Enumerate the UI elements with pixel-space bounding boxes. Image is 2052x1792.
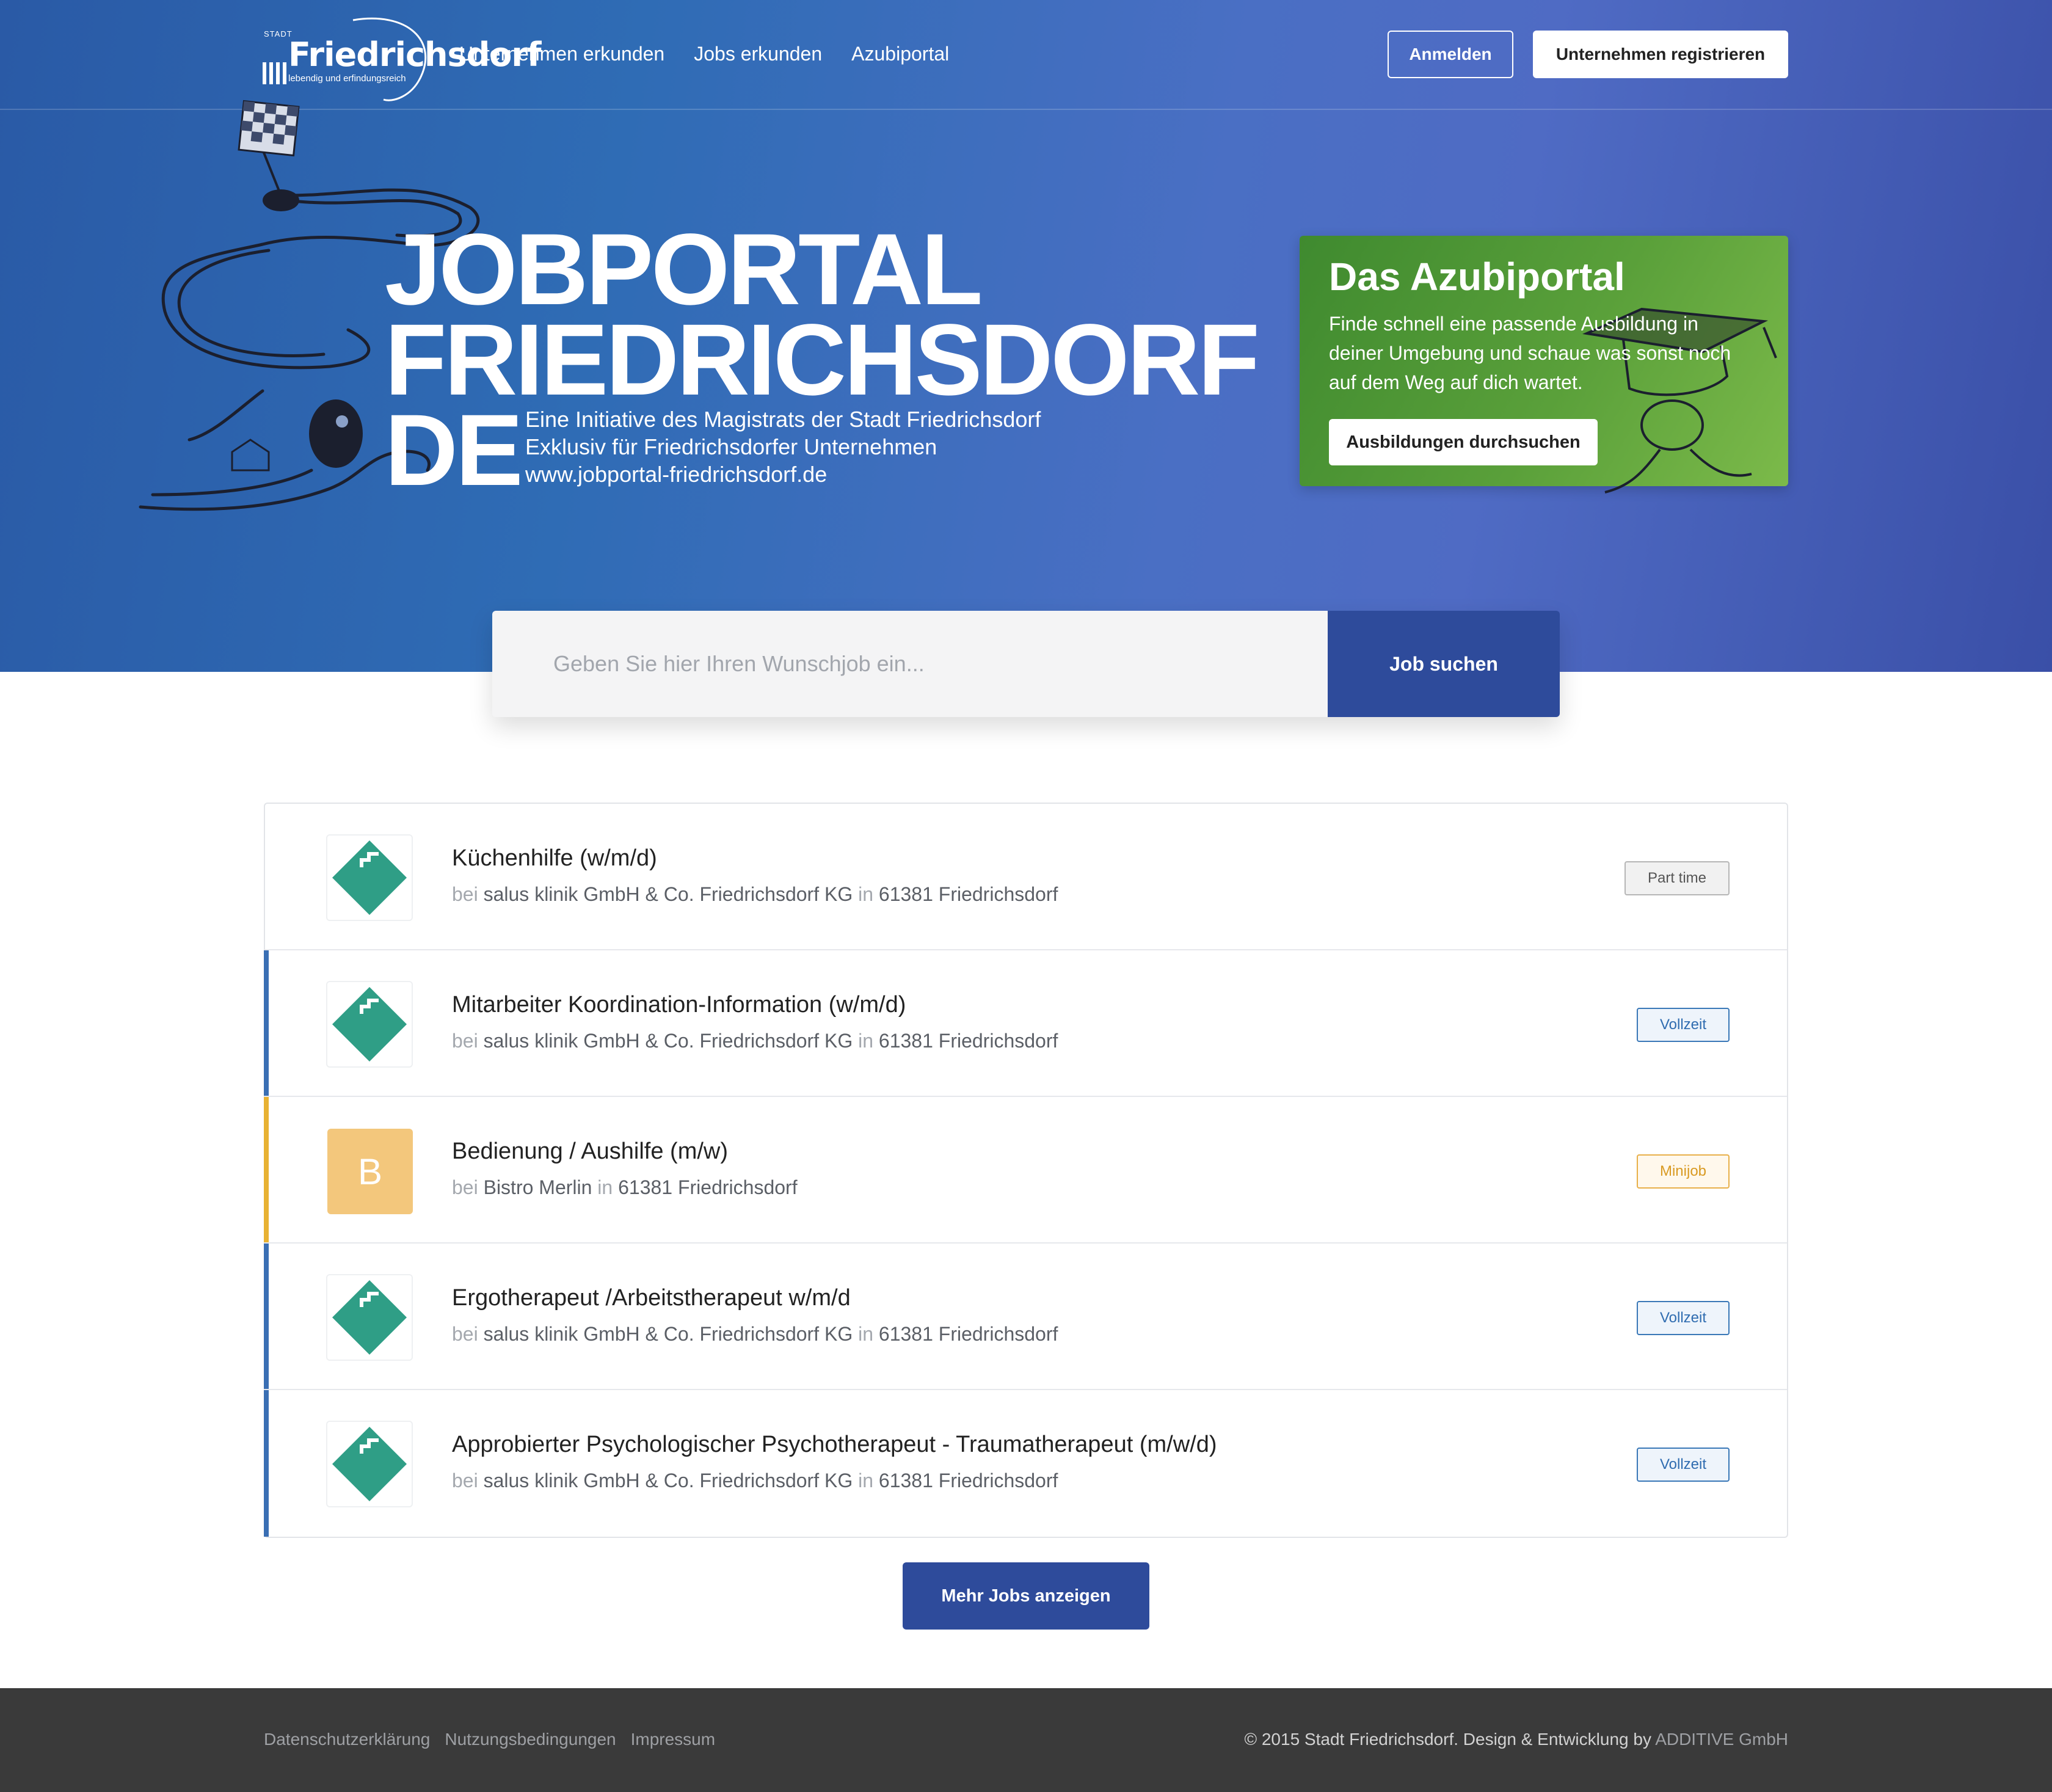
footer: Datenschutzerklärung Nutzungsbedingungen…: [0, 1688, 2052, 1792]
job-meta-in: in: [858, 1030, 873, 1052]
job-search-input[interactable]: [492, 611, 1328, 717]
job-list: Küchenhilfe (w/m/d) bei salus klinik GmbH…: [264, 803, 1788, 1538]
footer-links: Datenschutzerklärung Nutzungsbedingungen…: [264, 1730, 715, 1749]
job-location: 61381 Friedrichsdorf: [618, 1176, 798, 1198]
job-title[interactable]: Mitarbeiter Koordination-Information (w/…: [452, 992, 906, 1018]
site-logo[interactable]: STADT Friedrichsdorf lebendig und erfind…: [261, 11, 541, 103]
job-meta: bei salus klinik GmbH & Co. Friedrichsdo…: [452, 1323, 1058, 1346]
job-company: Bistro Merlin: [483, 1176, 592, 1198]
job-meta-in: in: [858, 883, 873, 905]
job-meta-bei: bei: [452, 1470, 478, 1492]
job-meta-in: in: [858, 1323, 873, 1345]
hero-title-line-1: JOBPORTAL: [385, 213, 983, 326]
job-title[interactable]: Bedienung / Aushilfe (m/w): [452, 1138, 728, 1165]
job-row[interactable]: Ergotherapeut /Arbeitstherapeut w/m/d bei…: [264, 1244, 1787, 1390]
footer-company-link[interactable]: ADDITIVE GmbH: [1655, 1730, 1788, 1749]
job-accent-bar: [264, 1097, 269, 1242]
hero-title-line-2: FRIEDRICHSDORF: [385, 304, 1260, 417]
hero: STADT Friedrichsdorf lebendig und erfind…: [0, 0, 2052, 672]
nav-azubiportal[interactable]: Azubiportal: [851, 43, 949, 65]
job-meta: bei salus klinik GmbH & Co. Friedrichsdo…: [452, 883, 1058, 906]
login-button[interactable]: Anmelden: [1388, 31, 1513, 78]
job-meta-in: in: [597, 1176, 613, 1198]
footer-copyright: © 2015 Stadt Friedrichsdorf. Design & En…: [1244, 1730, 1788, 1749]
job-accent-bar: [264, 1390, 269, 1537]
logo-tagline: lebendig und erfindungsreich: [288, 73, 406, 84]
logo-bars-icon: [263, 62, 286, 84]
job-location: 61381 Friedrichsdorf: [878, 1323, 1058, 1345]
job-type-badge: Vollzeit: [1637, 1448, 1730, 1482]
salus-logo-icon: [326, 834, 413, 921]
footer-link-impressum[interactable]: Impressum: [631, 1730, 715, 1749]
job-type-badge: Vollzeit: [1637, 1008, 1730, 1042]
job-location: 61381 Friedrichsdorf: [878, 1470, 1058, 1492]
job-company: salus klinik GmbH & Co. Friedrichsdorf K…: [483, 1323, 853, 1345]
job-location: 61381 Friedrichsdorf: [878, 1030, 1058, 1052]
hero-subtitle-line-2: Exklusiv für Friedrichsdorfer Unternehme…: [525, 434, 937, 459]
nav-jobs[interactable]: Jobs erkunden: [694, 43, 822, 65]
more-jobs-button[interactable]: Mehr Jobs anzeigen: [903, 1562, 1149, 1630]
job-meta: bei salus klinik GmbH & Co. Friedrichsdo…: [452, 1030, 1058, 1052]
job-meta: bei Bistro Merlin in 61381 Friedrichsdor…: [452, 1176, 798, 1199]
azubi-card: Das Azubiportal Finde schnell eine passe…: [1300, 236, 1788, 494]
register-button[interactable]: Unternehmen registrieren: [1533, 31, 1788, 78]
job-meta-bei: bei: [452, 883, 478, 905]
footer-link-datenschutz[interactable]: Datenschutzerklärung: [264, 1730, 430, 1749]
copyright-text: © 2015 Stadt Friedrichsdorf. Design & En…: [1244, 1730, 1651, 1749]
job-meta-in: in: [858, 1470, 873, 1492]
azubi-text: Finde schnell eine passende Ausbildung i…: [1329, 313, 1731, 393]
job-title[interactable]: Approbierter Psychologischer Psychothera…: [452, 1432, 1217, 1458]
hero-subtitle-line-1: Eine Initiative des Magistrats der Stadt…: [525, 407, 1041, 432]
job-meta-bei: bei: [452, 1323, 478, 1345]
salus-logo-icon: [326, 1421, 413, 1507]
job-accent-bar: [264, 1244, 269, 1389]
job-company: salus klinik GmbH & Co. Friedrichsdorf K…: [483, 1470, 853, 1492]
job-type-badge: Part time: [1625, 861, 1730, 895]
job-row[interactable]: B Bedienung / Aushilfe (m/w) bei Bistro Me…: [264, 1097, 1787, 1244]
flag: [238, 100, 300, 211]
job-meta-bei: bei: [452, 1030, 478, 1052]
job-row[interactable]: Mitarbeiter Koordination-Information (w/…: [264, 950, 1787, 1097]
salus-logo-icon: [326, 981, 413, 1068]
job-search-button[interactable]: Job suchen: [1328, 611, 1560, 717]
job-type-badge: Vollzeit: [1637, 1301, 1730, 1335]
job-meta: bei salus klinik GmbH & Co. Friedrichsdo…: [452, 1470, 1058, 1492]
company-letter-avatar: B: [327, 1129, 413, 1214]
job-location: 61381 Friedrichsdorf: [878, 883, 1058, 905]
job-title[interactable]: Küchenhilfe (w/m/d): [452, 845, 657, 872]
azubi-title: Das Azubiportal: [1329, 255, 1625, 299]
main-nav: Unternehmen erkunden Jobs erkunden Azubi…: [459, 43, 949, 65]
salus-logo-icon: [326, 1274, 413, 1361]
job-company: salus klinik GmbH & Co. Friedrichsdorf K…: [483, 1030, 853, 1052]
footer-link-nutzung[interactable]: Nutzungsbedingungen: [445, 1730, 616, 1749]
job-type-badge: Minijob: [1637, 1154, 1730, 1189]
job-title[interactable]: Ergotherapeut /Arbeitstherapeut w/m/d: [452, 1285, 851, 1311]
azubi-search-button[interactable]: Ausbildungen durchsuchen: [1329, 419, 1598, 465]
nav-unternehmen[interactable]: Unternehmen erkunden: [459, 43, 664, 65]
job-company: salus klinik GmbH & Co. Friedrichsdorf K…: [483, 883, 853, 905]
job-row[interactable]: Approbierter Psychologischer Psychothera…: [264, 1390, 1787, 1537]
job-row[interactable]: Küchenhilfe (w/m/d) bei salus klinik GmbH…: [265, 804, 1787, 950]
job-search-bar: Job suchen: [492, 611, 1560, 717]
hero-subtitle: Eine Initiative des Magistrats der Stadt…: [525, 406, 1041, 488]
job-meta-bei: bei: [452, 1176, 478, 1198]
hero-subtitle-line-3: www.jobportal-friedrichsdorf.de: [525, 462, 828, 487]
job-accent-bar: [264, 950, 269, 1096]
job-accent-bar: [264, 804, 269, 949]
